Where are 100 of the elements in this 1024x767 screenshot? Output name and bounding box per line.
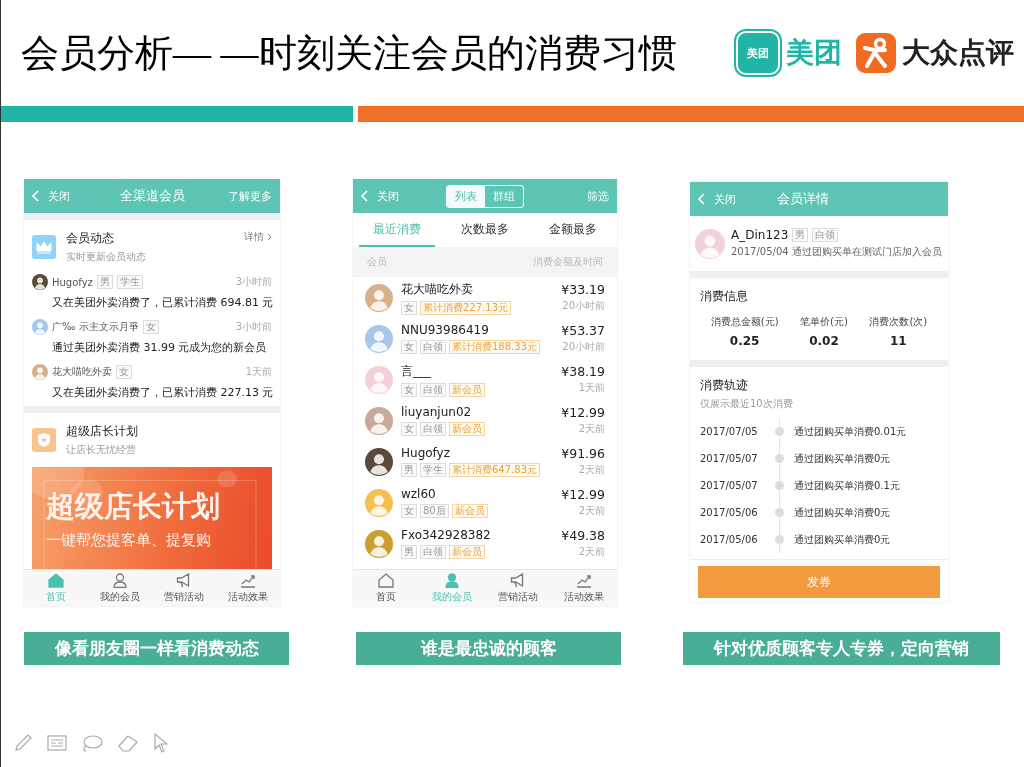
tab-bar-item[interactable]: 营销活动	[152, 570, 216, 606]
tag: 新会员	[451, 504, 488, 518]
avatar-icon	[365, 488, 393, 517]
amount: ¥53.37	[561, 323, 605, 338]
consumption-text: 通过团购买单消费0元	[794, 505, 891, 520]
tag: 男	[792, 228, 809, 242]
tag: 女	[401, 422, 417, 436]
tab-bar-item[interactable]: 我的会员	[88, 570, 152, 606]
filter-button[interactable]: 筛选	[587, 188, 609, 204]
avatar-icon	[365, 529, 393, 558]
time-label: 3小时前	[235, 320, 272, 334]
tag: 新会员	[449, 422, 485, 436]
person-icon	[444, 572, 460, 588]
coupon-button[interactable]: 发券	[698, 566, 940, 598]
activity-message: 又在美团外卖消费了，已累计消费 227.13 元	[51, 385, 272, 400]
section-note: 仅展示最近10次消费	[700, 397, 794, 411]
member-name: 言___	[401, 362, 432, 380]
tag: 白领	[420, 422, 446, 436]
screen-title: 会员详情	[777, 190, 830, 208]
amount: ¥12.99	[561, 487, 605, 502]
dot-icon	[774, 427, 784, 436]
segment-tab[interactable]: 群组	[485, 185, 523, 207]
section-title: 消费轨迹	[700, 377, 749, 394]
dot-icon	[774, 535, 784, 544]
eraser-icon[interactable]	[117, 734, 139, 752]
chart-icon	[240, 572, 256, 588]
avatar-icon	[32, 274, 48, 290]
time-label: 2天前	[578, 504, 605, 518]
pen-icon[interactable]	[13, 733, 33, 753]
section-subtitle: 实时更新会员动态	[66, 250, 147, 264]
tab-bar-item[interactable]: 活动效果	[216, 570, 280, 606]
date-label: 2017/05/07	[700, 480, 759, 491]
tag: 白领	[420, 340, 446, 354]
logo-badge: 美团	[736, 31, 780, 75]
tag: 女	[401, 382, 417, 397]
sort-tab[interactable]: 金额最多	[535, 213, 611, 247]
tag: 男	[96, 275, 113, 289]
consumption-text: 通过团购买单消费0.1元	[794, 478, 900, 493]
stat-label: 消费总金额(元)	[710, 315, 779, 329]
member-name: Hugofyz	[52, 276, 93, 288]
amount: ¥33.19	[561, 282, 605, 297]
tag: 学生	[116, 275, 143, 289]
close-button[interactable]: 关闭	[698, 191, 736, 207]
section-title: 超级店长计划	[66, 423, 139, 440]
join-info: 2017/05/04 通过团购买单在测试门店加入会员	[731, 245, 943, 259]
stat-label: 笔单价(元)	[800, 315, 848, 329]
person-icon	[112, 572, 128, 588]
date-label: 2017/07/05	[700, 426, 759, 437]
caption-banner: 像看朋友圈一样看消费动态	[24, 632, 289, 665]
screen-icon[interactable]	[47, 734, 67, 752]
details-link[interactable]: 详情	[244, 230, 272, 244]
pointer-icon[interactable]	[153, 733, 169, 753]
date-label: 2017/05/06	[700, 534, 759, 545]
avatar-icon	[32, 319, 48, 335]
tag: 男	[401, 463, 417, 477]
close-button[interactable]: 关闭	[32, 188, 70, 204]
member-name: A_Din123	[731, 228, 789, 242]
stat-value: 11	[889, 334, 907, 348]
home-icon	[378, 572, 394, 588]
time-label: 20小时前	[562, 299, 605, 313]
chevron-right-icon	[267, 233, 272, 241]
avatar-icon	[365, 447, 393, 476]
amount: ¥49.38	[561, 528, 605, 543]
tag: 女	[116, 365, 132, 379]
section-title: 会员动态	[66, 230, 115, 247]
close-button[interactable]: 关闭	[361, 188, 399, 204]
tab-bar-item[interactable]: 活动效果	[551, 570, 617, 606]
tag: 累计消费188.33元	[449, 340, 540, 354]
sort-tab[interactable]: 次数最多	[447, 213, 523, 247]
date-label: 2017/05/06	[700, 507, 759, 518]
avatar-icon	[32, 364, 48, 380]
tag: 女	[401, 340, 417, 354]
learn-more-link[interactable]: 了解更多	[228, 188, 272, 204]
time-label: 2天前	[578, 545, 605, 559]
lasso-icon[interactable]	[81, 734, 103, 752]
tab-bar-item[interactable]: 营销活动	[485, 570, 551, 606]
tag: 累计消费647.83元	[449, 463, 540, 477]
stat-value: 0.25	[729, 334, 760, 348]
amount: ¥12.99	[561, 405, 605, 420]
time-label: 2天前	[578, 422, 605, 436]
segment-tab[interactable]: 列表	[447, 185, 485, 207]
banner-subtitle: 一键帮您提客单、提复购	[46, 530, 212, 550]
tab-bar-item[interactable]: 首页	[353, 570, 419, 606]
chevron-left-icon	[361, 190, 368, 202]
consumption-text: 通过团购买单消费0元	[794, 451, 891, 466]
activity-message: 又在美团外卖消费了，已累计消费 694.81 元	[51, 295, 272, 310]
tag: 累计消费227.13元	[420, 300, 511, 315]
tag: 女	[401, 300, 417, 315]
tag: 白领	[420, 382, 446, 397]
promo-banner[interactable]: 超级店长计划 一键帮您提客单、提复购	[32, 467, 272, 569]
section-subtitle: 让店长无忧经营	[66, 443, 137, 457]
tab-bar-item[interactable]: 我的会员	[419, 570, 485, 606]
avatar-icon	[365, 406, 393, 435]
date-label: 2017/05/07	[700, 453, 759, 464]
tag: 男	[401, 545, 417, 559]
amount: ¥91.96	[561, 446, 605, 461]
time-label: 1天前	[245, 365, 272, 379]
tag: 80后	[420, 504, 449, 518]
tab-bar-item[interactable]: 首页	[24, 570, 88, 606]
brand-name: 大众点评	[902, 35, 1014, 71]
